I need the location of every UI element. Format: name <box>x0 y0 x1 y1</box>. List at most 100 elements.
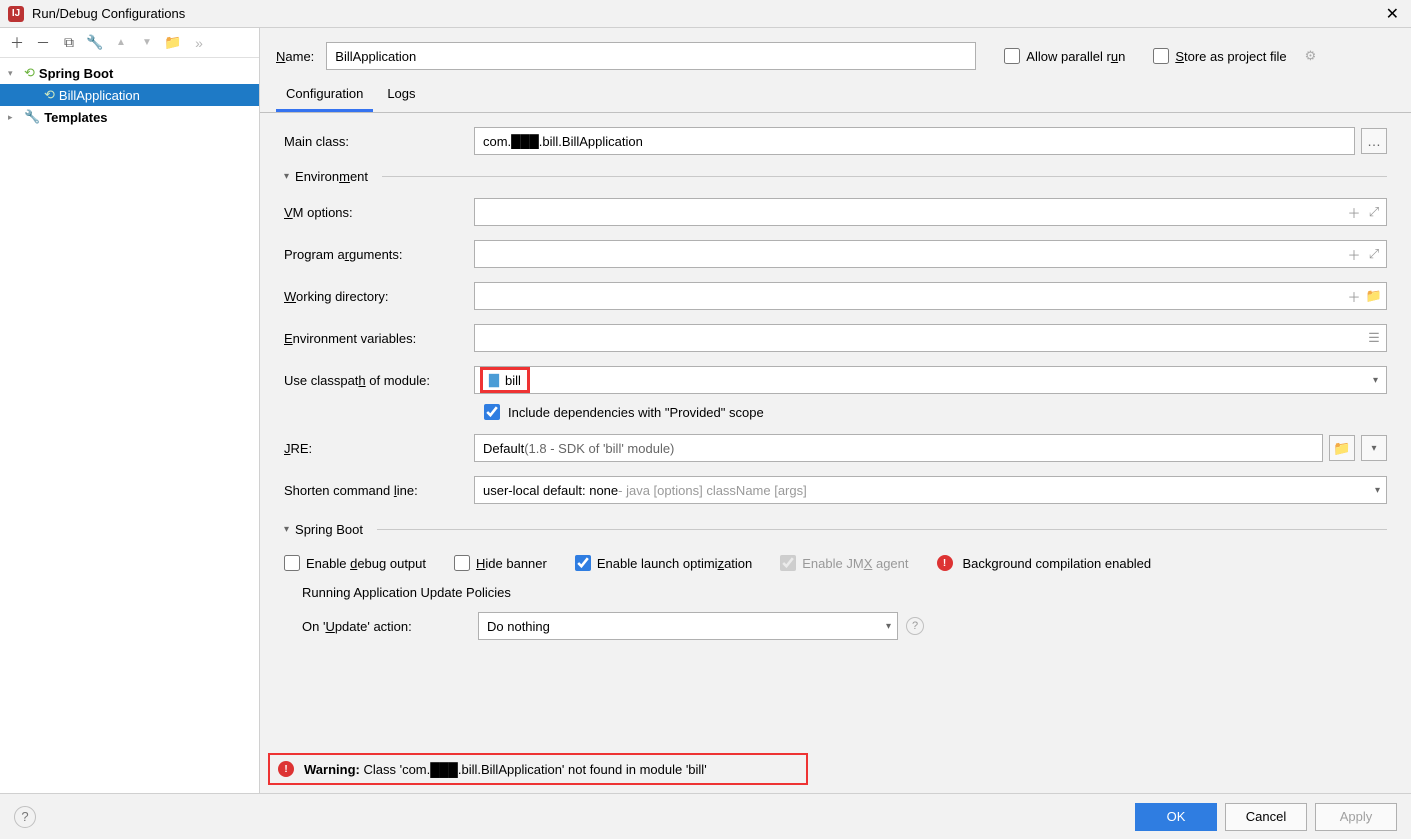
include-provided-checkbox[interactable]: Include dependencies with "Provided" sco… <box>284 404 1387 420</box>
vm-options-row: VM options: ＋ ⤢ <box>284 198 1387 226</box>
shorten-cmd-row: Shorten command line: user-local default… <box>284 476 1387 504</box>
down-icon: ▼ <box>136 32 158 54</box>
list-icon[interactable]: ☰ <box>1365 329 1383 347</box>
on-update-label: On 'Update' action: <box>302 619 478 634</box>
jre-dropdown-button[interactable]: ▾ <box>1361 435 1387 461</box>
vm-options-label: VM options: <box>284 205 474 220</box>
name-label: Name: <box>276 49 314 64</box>
tree-label: Templates <box>44 110 107 125</box>
folder-icon: ▇ <box>489 372 499 388</box>
program-args-input[interactable] <box>474 240 1387 268</box>
shorten-hint: - java [options] className [args] <box>618 483 807 498</box>
add-icon[interactable]: ＋ <box>1345 287 1363 305</box>
jre-value: Default <box>483 441 524 456</box>
bg-compile-label: Background compilation enabled <box>963 556 1152 571</box>
warning-text: Warning: Class 'com.███.bill.BillApplica… <box>304 762 707 777</box>
env-vars-input[interactable] <box>474 324 1387 352</box>
vm-options-input[interactable] <box>474 198 1387 226</box>
program-args-label: Program arguments: <box>284 247 474 262</box>
expand-icon[interactable]: ⤢ <box>1365 245 1383 263</box>
help-icon[interactable]: ? <box>906 617 924 635</box>
config-form: Main class: … ▾ Environment VM options: <box>276 113 1395 674</box>
springboot-section-header[interactable]: ▾ Spring Boot <box>284 522 1387 537</box>
env-vars-label: Environment variables: <box>284 331 474 346</box>
more-icon: » <box>188 32 210 54</box>
on-update-select[interactable]: Do nothing ▾ <box>478 612 898 640</box>
launch-opt-checkbox[interactable]: Enable launch optimization <box>575 555 752 571</box>
config-scroll[interactable]: Main class: … ▾ Environment VM options: <box>260 113 1411 753</box>
dialog-footer: ? OK Cancel Apply <box>0 793 1411 839</box>
on-update-value: Do nothing <box>487 619 550 634</box>
browse-class-button[interactable]: … <box>1361 128 1387 154</box>
jre-row: JRE: Default (1.8 - SDK of 'bill' module… <box>284 434 1387 462</box>
remove-icon[interactable]: － <box>32 32 54 54</box>
divider <box>382 176 1387 177</box>
springboot-checkboxes: Enable debug output Hide banner Enable l… <box>284 551 1387 585</box>
ok-button[interactable]: OK <box>1135 803 1217 831</box>
include-provided-label: Include dependencies with "Provided" sco… <box>508 405 764 420</box>
chevron-down-icon: ▾ <box>1373 375 1378 386</box>
tree-label: BillApplication <box>59 88 140 103</box>
name-row: Name: Allow parallel run Store as projec… <box>260 28 1411 78</box>
env-vars-row: Environment variables: ☰ <box>284 324 1387 352</box>
jmx-agent-checkbox: Enable JMX agent <box>780 555 908 571</box>
left-panel: ＋ － ⧉ 🔧 ▲ ▼ 📁 » ▾ ⟲ Spring Boot ⟲ BillAp… <box>0 28 260 793</box>
copy-icon[interactable]: ⧉ <box>58 32 80 54</box>
window-title: Run/Debug Configurations <box>32 6 1382 21</box>
working-dir-label: Working directory: <box>284 289 474 304</box>
up-icon: ▲ <box>110 32 132 54</box>
tree-node-billapplication[interactable]: ⟲ BillApplication <box>0 84 259 106</box>
main-class-input[interactable] <box>474 127 1355 155</box>
title-bar: IJ Run/Debug Configurations ✕ <box>0 0 1411 28</box>
tree-node-spring-boot[interactable]: ▾ ⟲ Spring Boot <box>0 62 259 84</box>
chevron-down-icon: ▾ <box>886 621 891 632</box>
tab-configuration[interactable]: Configuration <box>276 78 373 112</box>
env-section-header[interactable]: ▾ Environment <box>284 169 1387 184</box>
folder-icon[interactable]: 📁 <box>162 32 184 54</box>
help-button[interactable]: ? <box>14 806 36 828</box>
program-args-row: Program arguments: ＋ ⤢ <box>284 240 1387 268</box>
spring-icon: ⟲ <box>24 65 35 81</box>
shorten-cmd-select[interactable]: user-local default: none - java [options… <box>474 476 1387 504</box>
warning-bar: ! Warning: Class 'com.███.bill.BillAppli… <box>268 753 808 785</box>
store-project-checkbox[interactable]: Store as project file <box>1153 48 1286 64</box>
jre-browse-button[interactable]: 📁 <box>1329 435 1355 461</box>
chevron-right-icon: ▸ <box>8 112 20 123</box>
wrench-icon: 🔧 <box>24 109 40 125</box>
working-dir-row: Working directory: ＋ 📁 <box>284 282 1387 310</box>
hide-banner-checkbox[interactable]: Hide banner <box>454 555 547 571</box>
jre-hint: (1.8 - SDK of 'bill' module) <box>524 441 674 456</box>
enable-debug-checkbox[interactable]: Enable debug output <box>284 555 426 571</box>
jre-select-display: Default (1.8 - SDK of 'bill' module) <box>474 434 1323 462</box>
allow-parallel-checkbox[interactable]: Allow parallel run <box>1004 48 1125 64</box>
apply-button: Apply <box>1315 803 1397 831</box>
cancel-button[interactable]: Cancel <box>1225 803 1307 831</box>
add-icon[interactable]: ＋ <box>1345 245 1363 263</box>
classpath-module-select[interactable]: ▇ bill ▾ <box>474 366 1387 394</box>
expand-icon[interactable]: ⤢ <box>1365 203 1383 221</box>
working-dir-input[interactable] <box>474 282 1387 310</box>
close-icon[interactable]: ✕ <box>1382 4 1403 24</box>
chevron-down-icon: ▾ <box>1375 485 1380 496</box>
tab-logs[interactable]: Logs <box>377 78 425 112</box>
name-input[interactable] <box>326 42 976 70</box>
tree-node-templates[interactable]: ▸ 🔧 Templates <box>0 106 259 128</box>
gear-icon[interactable]: ⚙ <box>1305 48 1317 64</box>
chevron-down-icon: ▾ <box>284 524 289 535</box>
section-label: Environment <box>295 169 368 184</box>
on-update-row: On 'Update' action: Do nothing ▾ ? <box>302 612 1387 640</box>
folder-icon[interactable]: 📁 <box>1365 287 1383 305</box>
add-icon[interactable]: ＋ <box>1345 203 1363 221</box>
bg-compile-status: ! Background compilation enabled <box>937 555 1152 571</box>
spring-icon: ⟲ <box>44 87 55 103</box>
main-class-row: Main class: … <box>284 127 1387 155</box>
add-icon[interactable]: ＋ <box>6 32 28 54</box>
error-icon: ! <box>278 761 294 777</box>
shorten-value: user-local default: none <box>483 483 618 498</box>
tabs: Configuration Logs <box>260 78 1411 113</box>
app-icon: IJ <box>8 6 24 22</box>
edit-icon[interactable]: 🔧 <box>84 32 106 54</box>
jre-label: JRE: <box>284 441 474 456</box>
classpath-label: Use classpath of module: <box>284 373 474 388</box>
tree-label: Spring Boot <box>39 66 113 81</box>
